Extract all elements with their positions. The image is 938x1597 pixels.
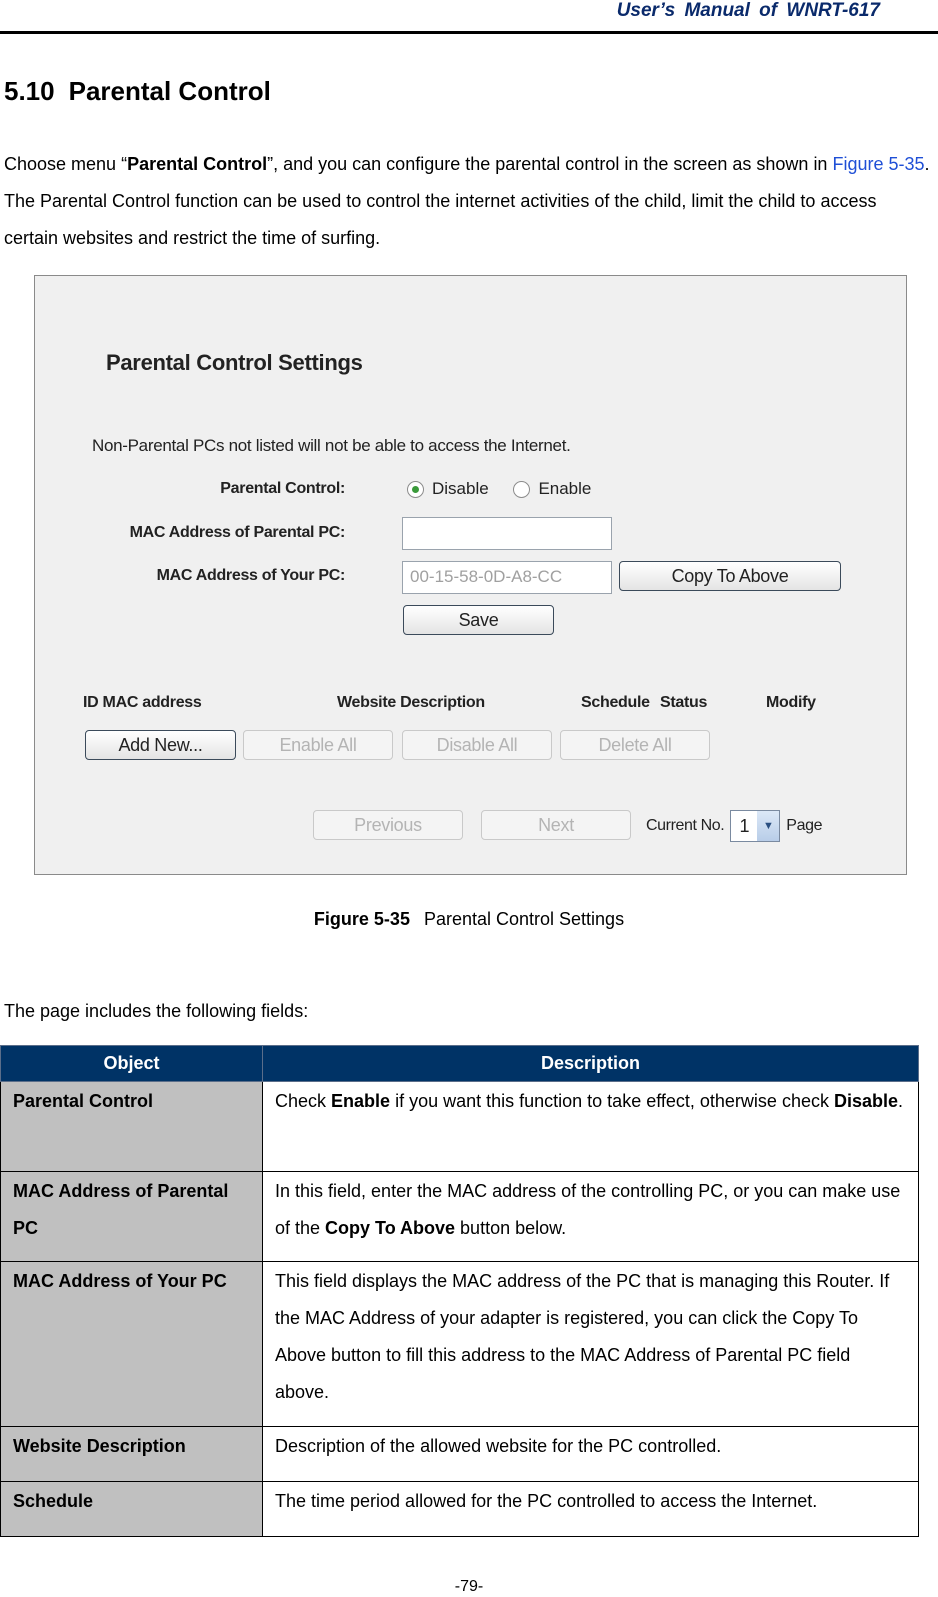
header-description: Description (262, 1045, 919, 1082)
column-id-mac: ID MAC address (83, 694, 202, 711)
parental-control-screenshot: Parental Control Settings Non-Parental P… (34, 275, 907, 875)
desc-text: . (898, 1091, 904, 1111)
header-object: Object (0, 1045, 263, 1082)
row-object: Website Description (0, 1426, 263, 1482)
desc-bold: Enable (331, 1091, 391, 1111)
row-object: Schedule (0, 1481, 263, 1537)
radio-disable[interactable] (407, 480, 424, 498)
header-divider (0, 31, 938, 34)
desc-bold: Disable (833, 1091, 898, 1111)
row-description: Check Enable if you want this function t… (262, 1081, 919, 1172)
previous-button[interactable]: Previous (313, 810, 463, 840)
table-header-row: Object Description (0, 1045, 919, 1082)
chevron-down-icon[interactable]: ▼ (757, 811, 780, 841)
intro-text: Choose menu “ (4, 154, 128, 174)
mac-parental-input[interactable] (402, 517, 612, 550)
disable-all-button[interactable]: Disable All (402, 730, 552, 760)
caption-label: Figure 5-35 (313, 909, 410, 929)
table-row: MAC Address of Your PC This field displa… (0, 1261, 919, 1427)
radio-disable-label: Disable (432, 479, 489, 498)
page-label: Page (786, 817, 823, 834)
parental-control-radio-group: Disable Enable (407, 479, 611, 503)
radio-enable[interactable] (513, 480, 531, 498)
section-heading: 5.10 Parental Control (4, 76, 271, 107)
table-row: Parental Control Check Enable if you wan… (0, 1081, 919, 1172)
settings-title: Parental Control Settings (106, 350, 363, 375)
row-description: Description of the allowed website for t… (262, 1426, 919, 1482)
fields-table: Object Description Parental Control Chec… (0, 1045, 919, 1537)
caption-text: Parental Control Settings (423, 909, 625, 929)
column-website-description: Website Description (337, 694, 485, 711)
table-row: Schedule The time period allowed for the… (0, 1481, 919, 1537)
desc-bold: Copy To Above (325, 1218, 456, 1238)
row-object: Parental Control (0, 1081, 263, 1172)
row-description: In this field, enter the MAC address of … (262, 1171, 919, 1262)
enable-all-button[interactable]: Enable All (243, 730, 393, 760)
delete-all-button[interactable]: Delete All (560, 730, 710, 760)
radio-enable-label: Enable (538, 479, 592, 498)
row-object: MAC Address of Your PC (0, 1261, 263, 1427)
row-object: MAC Address of Parental PC (0, 1171, 263, 1262)
intro-text: ”, and you can configure the parental co… (267, 154, 833, 174)
mac-your-pc-label: MAC Address of Your PC: (156, 567, 346, 584)
pager: Current No. 1 ▼ Page (646, 810, 822, 842)
intro-paragraph: Choose menu “Parental Control”, and you … (4, 146, 934, 257)
add-new-button[interactable]: Add New... (85, 730, 236, 760)
column-schedule: Schedule (581, 694, 650, 711)
manual-header-title: User’s Manual of WNRT-617 (616, 0, 880, 21)
figure-caption: Figure 5-35 Parental Control Settings (0, 909, 938, 930)
save-button[interactable]: Save (403, 605, 554, 635)
table-row: Website Description Description of the a… (0, 1426, 919, 1482)
intro-menu-name: Parental Control (127, 154, 268, 174)
column-modify: Modify (766, 694, 816, 711)
current-no-label: Current No. (646, 817, 725, 834)
next-button[interactable]: Next (481, 810, 631, 840)
row-description: The time period allowed for the PC contr… (262, 1481, 919, 1537)
settings-note: Non-Parental PCs not listed will not be … (92, 436, 571, 455)
page-select-value: 1 (739, 816, 750, 836)
section-title: Parental Control (68, 76, 271, 106)
mac-parental-label: MAC Address of Parental PC: (129, 524, 346, 541)
desc-text: if you want this function to take effect… (390, 1091, 834, 1111)
section-number: 5.10 (4, 76, 55, 106)
fields-intro: The page includes the following fields: (4, 1001, 309, 1021)
table-row: MAC Address of Parental PC In this field… (0, 1171, 919, 1262)
copy-to-above-button[interactable]: Copy To Above (619, 561, 841, 591)
parental-control-label: Parental Control: (220, 480, 345, 497)
column-status: Status (660, 694, 708, 711)
radio-enable-option[interactable]: Enable (513, 479, 591, 499)
page-number: -79- (454, 1578, 484, 1595)
radio-disable-option[interactable]: Disable (407, 479, 489, 499)
row-description: This field displays the MAC address of t… (262, 1261, 919, 1427)
page-select[interactable]: 1 ▼ (730, 810, 781, 842)
figure-link[interactable]: Figure 5-35 (832, 154, 924, 174)
desc-text: Check (275, 1091, 332, 1111)
desc-text: button below. (455, 1218, 567, 1238)
mac-your-pc-input[interactable]: 00-15-58-0D-A8-CC (402, 561, 612, 594)
